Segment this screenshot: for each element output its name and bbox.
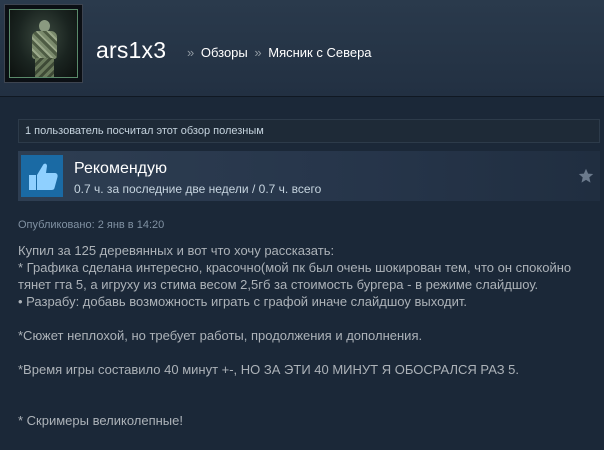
breadcrumb-game-link[interactable]: Мясник с Севера: [268, 45, 371, 60]
posted-date: Опубликовано: 2 янв в 14:20: [18, 219, 165, 231]
avatar-figure-body: [32, 31, 57, 59]
review-line: * Скримеры великолепные!: [18, 413, 183, 428]
avatar-figure-legs: [35, 58, 54, 77]
review-line: *Сюжет неплохой, но требует работы, прод…: [18, 328, 423, 343]
avatar-image: [9, 9, 78, 78]
review-line: • Разрабу: добавь возможность играть с г…: [18, 294, 467, 309]
recommendation-header: Рекомендую 0.7 ч. за последние две недел…: [18, 151, 600, 201]
username-link[interactable]: ars1x3: [96, 37, 166, 64]
review-line: тянет гта 5, а игруху из стима весом 2,5…: [18, 277, 539, 292]
profile-header: ars1x3 » Обзоры » Мясник с Севера: [0, 0, 604, 97]
thumbs-up-icon: [21, 155, 63, 197]
recommendation-title: Рекомендую: [74, 160, 168, 177]
review-line: *Время игры составило 40 минут +-, НО ЗА…: [18, 362, 520, 377]
breadcrumb-reviews-link[interactable]: Обзоры: [201, 45, 248, 60]
breadcrumb-separator: »: [254, 45, 262, 60]
playtime-text: 0.7 ч. за последние две недели / 0.7 ч. …: [74, 182, 322, 196]
helpful-count-bar: 1 пользователь посчитал этот обзор полез…: [18, 119, 600, 143]
review-line: Купил за 125 деревянных и вот что хочу р…: [18, 243, 335, 258]
breadcrumb: » Обзоры » Мясник с Севера: [184, 45, 372, 60]
breadcrumb-separator: »: [187, 45, 195, 60]
review-line: * Графика сделана интересно, красочно(мо…: [18, 260, 572, 275]
avatar[interactable]: [4, 4, 83, 83]
star-icon[interactable]: [578, 168, 594, 184]
review-body: Купил за 125 деревянных и вот что хочу р…: [18, 242, 600, 429]
